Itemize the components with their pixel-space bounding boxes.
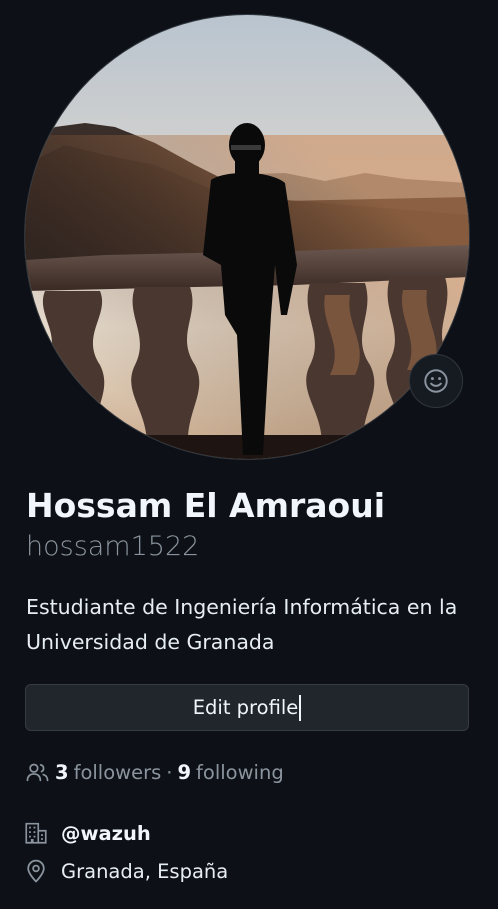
edit-profile-label: Edit profile <box>192 696 299 719</box>
avatar-container <box>24 14 470 460</box>
followers-label: followers <box>73 760 162 784</box>
follow-stats: 3 followers · 9 following <box>26 758 284 786</box>
organization-icon <box>24 821 48 845</box>
set-status-button[interactable] <box>409 354 463 408</box>
profile-organization: @wazuh <box>24 818 151 848</box>
followers-link[interactable]: 3 followers <box>55 761 161 784</box>
smiley-icon <box>424 369 448 393</box>
following-label: following <box>196 760 284 784</box>
profile-full-name: Hossam El Amraoui <box>26 486 386 525</box>
following-count: 9 <box>177 760 192 784</box>
avatar[interactable] <box>24 14 470 460</box>
text-cursor <box>299 694 302 721</box>
profile-location: Granada, España <box>24 856 228 886</box>
location-icon <box>24 859 48 883</box>
edit-profile-button[interactable]: Edit profile <box>25 684 469 731</box>
profile-username: hossam1522 <box>26 531 200 562</box>
profile-sidebar: Hossam El Amraoui hossam1522 Estudiante … <box>0 0 498 909</box>
location-text: Granada, España <box>61 859 229 883</box>
separator-dot: · <box>166 760 173 784</box>
profile-bio: Estudiante de Ingeniería Informática en … <box>26 595 458 654</box>
following-link[interactable]: 9 following <box>177 761 283 784</box>
people-icon <box>26 763 49 781</box>
avatar-photo <box>25 15 469 459</box>
organization-link[interactable]: @wazuh <box>61 822 151 845</box>
followers-count: 3 <box>55 760 69 784</box>
